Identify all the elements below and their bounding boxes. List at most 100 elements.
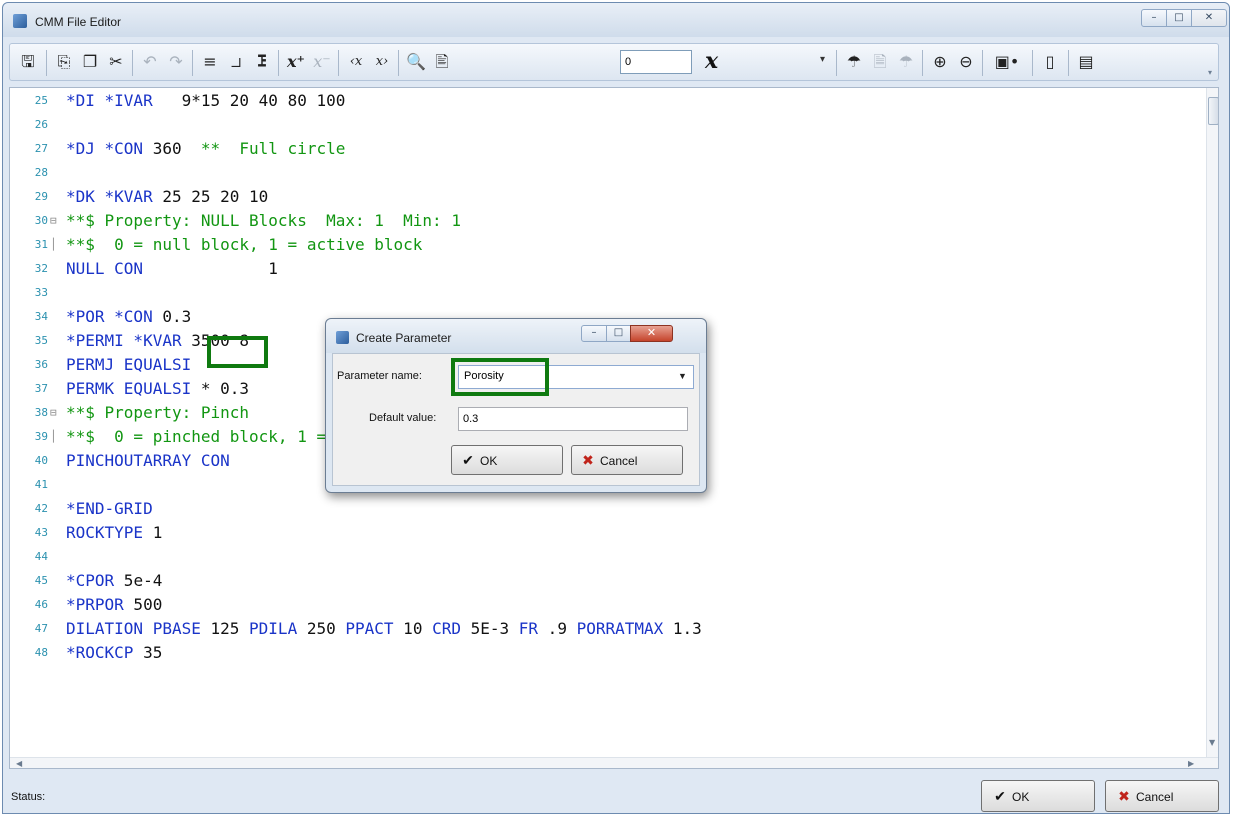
dialog-close-button[interactable]: ✕ xyxy=(630,325,673,342)
line-number: 32 xyxy=(34,262,48,275)
code-token: 1 xyxy=(143,259,278,278)
toolbar-separator xyxy=(278,50,279,76)
parameter-name-combo[interactable]: Porosity ▼ xyxy=(458,365,694,389)
toolbar-separator xyxy=(922,50,923,76)
remove-parameter-icon[interactable]: x⁻ xyxy=(312,52,332,72)
code-text: *DK *KVAR 25 25 20 10 xyxy=(66,185,268,209)
code-text: *ROCKCP 35 xyxy=(66,641,162,665)
code-token: ROCKTYPE xyxy=(66,523,144,542)
code-token: *DI *IVAR xyxy=(66,91,153,110)
line-number: 39 xyxy=(34,430,48,443)
code-token: 500 xyxy=(123,595,163,614)
line-number: 31 xyxy=(34,238,48,251)
dialog-minimize-button[interactable]: – xyxy=(581,325,607,342)
scroll-down-icon[interactable]: ▼ xyxy=(1209,738,1215,747)
line-number: 44 xyxy=(34,550,48,563)
minimize-button[interactable]: – xyxy=(1141,9,1167,27)
go-to-line-icon[interactable]: 🖹 xyxy=(432,52,452,72)
prev-parameter-icon[interactable]: ‹x xyxy=(346,52,366,72)
toolbar-separator xyxy=(1032,50,1033,76)
maximize-button[interactable]: □ xyxy=(1166,9,1192,27)
zoom-out-icon[interactable]: ⊖ xyxy=(956,52,976,72)
code-token: **$ Property: Pinch xyxy=(66,403,250,422)
code-text: NULL CON 1 xyxy=(66,257,278,281)
search-icon[interactable]: 🔍 xyxy=(406,52,426,72)
code-text: ROCKTYPE 1 xyxy=(66,521,162,545)
dialog-maximize-button[interactable]: □ xyxy=(606,325,631,342)
toolbar-separator xyxy=(836,50,837,76)
code-token: 9*15 20 40 80 100 xyxy=(152,91,346,110)
code-token: 0.3 xyxy=(152,307,192,326)
panel-icon[interactable]: ▯ xyxy=(1040,52,1060,72)
code-token: 5E-3 xyxy=(460,619,519,638)
vertical-scrollbar[interactable]: ▼ xyxy=(1206,88,1218,758)
settings-icon[interactable]: ▤ xyxy=(1076,52,1096,72)
code-text: PINCHOUTARRAY CON 1 xyxy=(66,449,355,473)
bookmark-prev-icon[interactable]: ⯾ xyxy=(226,52,246,72)
toolbar-overflow-icon[interactable]: ▾ xyxy=(1208,68,1216,77)
dialog-cancel-label: Cancel xyxy=(600,454,638,468)
cancel-circle-icon: ✖ xyxy=(1118,788,1130,804)
code-token: 1 xyxy=(143,523,163,542)
code-token: .9 xyxy=(538,619,577,638)
undo-icon[interactable]: ↶ xyxy=(140,52,160,72)
default-value-label: Default value: xyxy=(369,412,437,424)
code-text: *DJ *CON 360 ** Full circle xyxy=(66,137,345,161)
parameter-name-label: Parameter name: xyxy=(337,370,422,382)
cut-icon[interactable]: ✂ xyxy=(106,52,126,72)
dialog-ok-button[interactable]: ✔ OK xyxy=(451,445,563,475)
cancel-button-label: Cancel xyxy=(1136,790,1174,804)
code-token: 35 xyxy=(133,643,163,662)
toolbar-separator xyxy=(1068,50,1069,76)
save-icon[interactable]: 🖫 xyxy=(18,52,38,72)
redo-icon[interactable]: ↷ xyxy=(166,52,186,72)
copy-icon[interactable]: ⎘ xyxy=(54,52,74,72)
add-parameter-icon[interactable]: x⁺ xyxy=(286,52,306,72)
toolbar-separator xyxy=(982,50,983,76)
fold-marker[interactable]: ⊟ xyxy=(50,401,60,425)
bookmark-next-icon[interactable]: ⯿ xyxy=(252,52,272,72)
next-parameter-icon[interactable]: x› xyxy=(372,52,392,72)
code-token: *CPOR xyxy=(66,571,115,590)
dialog-body: Parameter name: Porosity ▼ Default value… xyxy=(332,353,700,486)
code-token: PINCHOUTARRAY CON xyxy=(66,451,230,470)
parameter-value-input[interactable] xyxy=(620,50,692,74)
chevron-down-icon[interactable]: ▾ xyxy=(820,54,825,65)
code-text: **$ Property: Pinch xyxy=(66,401,249,425)
code-token: PORRATMAX xyxy=(576,619,664,638)
code-token: 5e-4 xyxy=(114,571,163,590)
scroll-right-icon[interactable]: ▶ xyxy=(1188,759,1194,768)
tool-c-icon[interactable]: ☂ xyxy=(896,52,916,72)
fold-marker[interactable]: ⊟ xyxy=(50,209,60,233)
scroll-left-icon[interactable]: ◀ xyxy=(16,759,22,768)
code-token: *DK *KVAR xyxy=(66,187,153,206)
code-token: 125 xyxy=(200,619,250,638)
app-icon xyxy=(13,14,27,28)
line-number: 33 xyxy=(34,286,48,299)
parameter-x-icon[interactable]: x xyxy=(705,48,718,74)
line-number: 36 xyxy=(34,358,48,371)
dialog-cancel-button[interactable]: ✖ Cancel xyxy=(571,445,683,475)
chevron-down-icon[interactable]: ▼ xyxy=(678,371,687,381)
code-token: * 0.3 xyxy=(191,379,250,398)
paste-icon[interactable]: ❐ xyxy=(80,52,100,72)
scroll-thumb[interactable] xyxy=(1208,97,1218,125)
status-bar: Status: ✔ OK ✖ Cancel xyxy=(3,773,1229,813)
dialog-title: Create Parameter xyxy=(356,331,452,345)
format-icon[interactable]: ≡ xyxy=(200,52,220,72)
code-token: 1.3 xyxy=(663,619,702,638)
horizontal-scrollbar[interactable]: ◀ ▶ xyxy=(10,757,1218,768)
tool-a-icon[interactable]: ☂ xyxy=(844,52,864,72)
ok-button[interactable]: ✔ OK xyxy=(981,780,1095,812)
default-value-field[interactable] xyxy=(458,407,688,431)
parameter-name-value: Porosity xyxy=(464,370,504,382)
cancel-button[interactable]: ✖ Cancel xyxy=(1105,780,1219,812)
view-options-icon[interactable]: ▣• xyxy=(992,52,1022,72)
line-number: 27 xyxy=(34,142,48,155)
tool-b-icon[interactable]: 🗎 xyxy=(870,52,890,72)
zoom-in-icon[interactable]: ⊕ xyxy=(930,52,950,72)
close-button[interactable]: ✕ xyxy=(1191,9,1227,27)
code-token: *PERMI *KVAR xyxy=(66,331,182,350)
line-number: 26 xyxy=(34,118,48,131)
dialog-ok-label: OK xyxy=(480,454,498,468)
